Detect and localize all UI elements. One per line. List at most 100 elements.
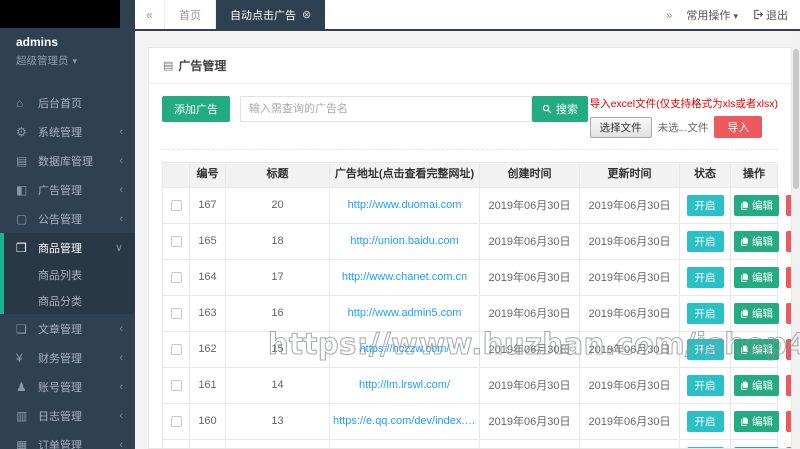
close-icon[interactable]: ⊗ [302,8,311,21]
cell-title: 14 [226,367,330,403]
row-checkbox[interactable] [171,308,182,319]
sidebar-subitem-goods-list[interactable]: 商品列表 [4,262,135,288]
row-checkbox[interactable] [171,344,182,355]
tab-home[interactable]: 首页 [165,0,216,29]
ad-icon: ◧ [16,183,32,197]
scrollbar-thumb[interactable] [793,49,799,189]
cell-title: 17 [226,259,330,295]
cell-created: 2019年06月30日 [480,367,580,403]
cell-updated: 2019年06月30日 [580,367,680,403]
cell-id: 159 [190,439,226,449]
ad-url-link[interactable]: http://lm.lrswl.com/ [333,379,476,391]
tab-auto-click-ads[interactable]: 自动点击广告 ⊗ [216,0,325,29]
cell-created: 2019年06月30日 [480,187,580,223]
cell-updated: 2019年06月30日 [580,223,680,259]
status-badge[interactable]: 开启 [687,195,724,216]
sidebar-item-home[interactable]: ⌂ 后台首页 [0,88,135,117]
finance-icon: ¥ [16,351,32,365]
status-badge[interactable]: 开启 [687,375,724,396]
panel-body: 添加广告 搜索 导入excel文件(仅支持格式为xls或者xlsx) 选择文 [149,84,791,449]
search-button[interactable]: 搜索 [532,96,588,122]
add-ad-button[interactable]: 添加广告 [162,96,230,122]
ad-url-link[interactable]: http://union.baidu.com [333,235,476,247]
sidebar-subitem-goods-category[interactable]: 商品分类 [4,288,135,314]
status-badge[interactable]: 开启 [687,339,724,360]
tabs-scroll-left-icon[interactable]: « [135,0,165,29]
cell-updated: 2019年06月30日 [580,259,680,295]
status-badge[interactable]: 开启 [687,411,724,432]
sidebar-item-database[interactable]: ▤ 数据库管理 ‹ [0,146,135,175]
panel-header: ▤ 广告管理 [149,48,791,84]
edit-button[interactable]: 编辑 [734,231,779,252]
sidebar-item-ads[interactable]: ◧ 广告管理 ‹ [0,175,135,204]
edit-button[interactable]: 编辑 [734,375,779,396]
ad-url-link[interactable]: https://e.qq.com/dev/index.html [333,415,476,427]
edit-button[interactable]: 编辑 [734,267,779,288]
ad-url-link[interactable]: http://www.chanet.com.cn [333,271,476,283]
chevron-left-icon: ‹ [119,410,123,422]
sidebar-menu: ⌂ 后台首页 ⚙ 系统管理 ‹ ▤ 数据库管理 ‹ ◧ 广告管理 ‹ ▢ 公告管… [0,88,135,449]
ads-panel: ▤ 广告管理 添加广告 搜索 导入 [148,47,792,449]
sidebar-item-system[interactable]: ⚙ 系统管理 ‹ [0,117,135,146]
cell-id: 167 [190,187,226,223]
edit-button[interactable]: 编辑 [734,195,779,216]
logout-icon [752,9,763,20]
user-role-dropdown[interactable]: 超级管理员▾ [16,53,125,68]
edit-button[interactable]: 编辑 [734,303,779,324]
edit-icon [740,273,749,282]
goods-icon: ❐ [16,241,32,255]
status-badge[interactable]: 开启 [687,267,724,288]
chevron-left-icon: ‹ [119,439,123,449]
caret-down-icon: ▾ [733,11,738,21]
edit-button[interactable]: 编辑 [734,411,779,432]
caret-down-icon: ▾ [73,56,78,66]
tabbar-right: » 常用操作 ▾ 退出 [666,0,800,29]
import-row: 选择文件 未选...文件 导入 [590,116,778,138]
status-badge[interactable]: 开启 [687,231,724,252]
row-checkbox[interactable] [171,416,182,427]
log-icon: ▥ [16,409,32,423]
search-input[interactable] [240,96,532,122]
sidebar-item-account[interactable]: ♟ 账号管理 ‹ [0,372,135,401]
status-badge[interactable]: 开启 [687,303,724,324]
tabs-scroll-right-icon[interactable]: » [666,8,673,22]
logout-button[interactable]: 退出 [752,7,788,23]
edit-icon [740,201,749,210]
logo-redacted-block [0,0,120,28]
cell-created: 2019年06月30日 [480,259,580,295]
ad-url-link[interactable]: https://hczzw.com/ [333,343,476,355]
row-checkbox[interactable] [171,200,182,211]
choose-file-button[interactable]: 选择文件 [590,117,652,138]
username: admins [16,35,125,49]
notice-icon: ▢ [16,212,32,226]
cell-created: 2019年06月30日 [480,331,580,367]
table-row: 165 18 http://union.baidu.com 2019年06月30… [163,223,778,259]
row-checkbox[interactable] [171,236,182,247]
sidebar-item-article[interactable]: ❏ 文章管理 ‹ [0,314,135,343]
sidebar-item-order[interactable]: ▦ 订单管理 ‹ [0,430,135,449]
table-header-row: 编号 标题 广告地址(点击查看完整网址) 创建时间 更新时间 状态 操作 [163,163,778,188]
cell-id: 160 [190,403,226,439]
dashed-divider [162,149,778,150]
edit-button[interactable]: 编辑 [734,339,779,360]
sidebar-item-label: 商品管理 [38,240,115,256]
sidebar-item-label: 财务管理 [38,350,119,366]
row-checkbox[interactable] [171,380,182,391]
sidebar-item-notice[interactable]: ▢ 公告管理 ‹ [0,204,135,233]
header-url: 广告地址(点击查看完整网址) [330,163,480,188]
import-button[interactable]: 导入 [714,116,762,138]
cell-title: 12 [226,439,330,449]
row-checkbox[interactable] [171,272,182,283]
header-id: 编号 [190,163,226,188]
sidebar-item-log[interactable]: ▥ 日志管理 ‹ [0,401,135,430]
sidebar-item-label: 数据库管理 [38,153,119,169]
quick-actions-dropdown[interactable]: 常用操作 ▾ [686,7,738,23]
ad-url-link[interactable]: http://www.duomai.com [333,199,476,211]
content-area: ▤ 广告管理 添加广告 搜索 导入 [135,31,800,449]
sidebar-item-finance[interactable]: ¥ 财务管理 ‹ [0,343,135,372]
edit-icon [740,345,749,354]
ad-url-link[interactable]: http://www.admin5.com [333,307,476,319]
page-scrollbar [792,31,800,449]
table-row: 162 15 https://hczzw.com/ 2019年06月30日 20… [163,331,778,367]
sidebar-item-goods[interactable]: ❐ 商品管理 ∨ [4,233,135,262]
